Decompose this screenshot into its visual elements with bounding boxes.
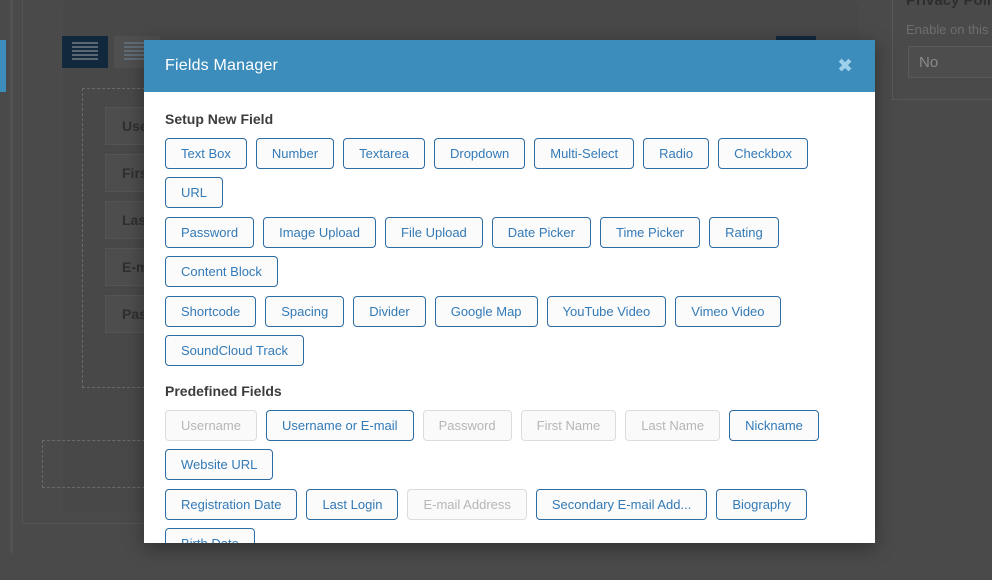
predefined-field-button[interactable]: Secondary E-mail Add... [535,489,708,520]
field-type-button[interactable]: Checkbox [718,138,808,169]
predefined-field-button[interactable]: Website URL [165,449,274,480]
setup-button-row: Shortcode Spacing Divider Google Map YouTube… [165,296,854,366]
close-icon[interactable]: ✖ [837,57,853,76]
predefined-button-row: Registration Date Last Login E-mail Addres… [165,489,854,543]
field-type-button[interactable]: Content Block [165,256,278,287]
field-type-button[interactable]: Divider [353,296,426,327]
predefined-field-button[interactable]: Birth Date [165,528,255,543]
setup-button-row: Text Box Number Textarea Dropdown Multi-Sele… [165,138,854,208]
field-type-button[interactable]: Dropdown [433,138,526,169]
field-type-button[interactable]: Textarea [343,138,425,169]
modal-header: Fields Manager ✖ [144,40,875,92]
privacy-policy-title: Privacy Policy [906,0,992,9]
predefined-field-button: Username [165,410,257,441]
builder-tab-one-column[interactable] [62,36,108,68]
fields-manager-modal: Fields Manager ✖ Setup New Field Text Bo… [144,40,875,543]
modal-title: Fields Manager [165,57,279,74]
privacy-policy-enable-select[interactable]: No [908,46,992,78]
field-type-button[interactable]: Time Picker [600,217,701,248]
admin-sidebar-rail [10,0,13,553]
predefined-field-button: Last Name [625,410,721,441]
field-type-button[interactable]: Google Map [434,296,538,327]
predefined-field-button[interactable]: Biography [716,489,807,520]
predefined-field-button: First Name [520,410,617,441]
field-type-button[interactable]: Number [255,138,335,169]
form-row-label: Las [122,212,147,228]
predefined-fields-buttons: Username Username or E-mail Password First … [165,410,854,543]
predefined-field-button: Password [422,410,512,441]
setup-button-row: Password Image Upload File Upload Date Pick… [165,217,854,287]
field-type-button[interactable]: Date Picker [491,217,591,248]
predefined-field-button[interactable]: Registration Date [165,489,298,520]
privacy-policy-enable-label: Enable on this f [906,22,992,37]
field-type-button[interactable]: SoundCloud Track [165,335,304,366]
predefined-fields-heading: Predefined Fields [165,383,282,399]
field-type-button[interactable]: Radio [643,138,710,169]
predefined-field-button: E-mail Address [407,489,527,520]
one-column-icon [72,42,98,62]
accent-strip [0,40,6,92]
modal-body: Setup New Field Text Box Number Textarea Dr… [144,92,875,543]
field-type-button[interactable]: Vimeo Video [675,296,781,327]
setup-new-field-buttons: Text Box Number Textarea Dropdown Multi-Sele… [165,138,854,366]
field-type-button[interactable]: Spacing [265,296,345,327]
predefined-button-row: Username Username or E-mail Password First … [165,410,854,480]
field-type-button[interactable]: Image Upload [263,217,377,248]
predefined-field-button[interactable]: Nickname [729,410,819,441]
field-type-button[interactable]: Shortcode [165,296,257,327]
field-type-button[interactable]: File Upload [385,217,483,248]
field-type-button[interactable]: Text Box [165,138,247,169]
field-type-button[interactable]: Rating [709,217,779,248]
setup-new-field-heading: Setup New Field [165,111,274,127]
field-type-button[interactable]: YouTube Video [546,296,667,327]
field-type-button[interactable]: URL [165,177,224,208]
predefined-field-button[interactable]: Last Login [306,489,399,520]
field-type-button[interactable]: Password [165,217,255,248]
field-type-button[interactable]: Multi-Select [534,138,635,169]
predefined-field-button[interactable]: Username or E-mail [265,410,414,441]
